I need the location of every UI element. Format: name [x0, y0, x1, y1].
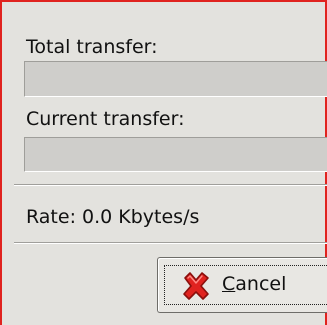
current-transfer-label: Current transfer: [26, 108, 185, 130]
cancel-button-label: Cancel [222, 273, 286, 295]
cancel-mnemonic: C [222, 273, 236, 295]
current-transfer-progress-bar [24, 137, 327, 172]
total-transfer-label: Total transfer: [26, 36, 158, 58]
rate-text: Rate: 0.0 Kbytes/s [26, 206, 200, 228]
separator-top [14, 184, 327, 186]
separator-bottom [14, 242, 327, 244]
total-transfer-progress-bar [24, 61, 327, 97]
cancel-button[interactable]: Cancel [157, 257, 327, 313]
red-x-cancel-icon [183, 272, 209, 300]
transfer-dialog: Total transfer: Current transfer: Rate: … [0, 0, 327, 325]
cancel-label-rest: ancel [235, 273, 287, 295]
